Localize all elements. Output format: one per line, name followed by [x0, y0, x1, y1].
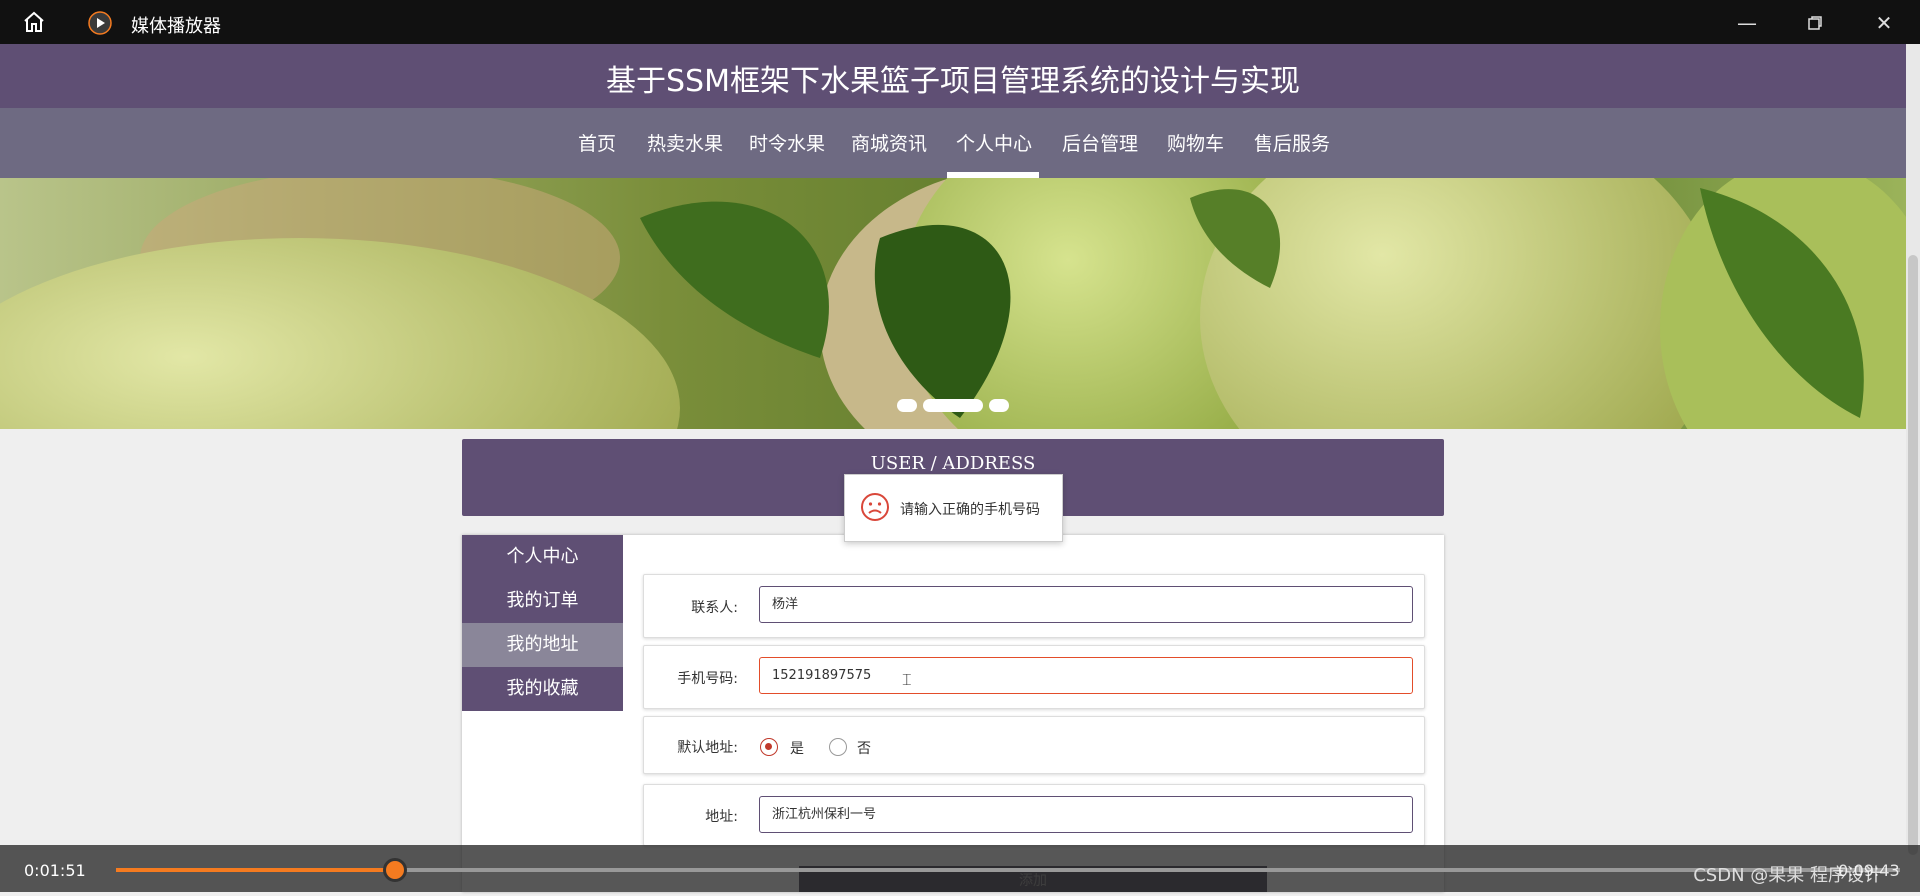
address-input[interactable]: 浙江杭州保利一号: [759, 796, 1413, 833]
default-no-radio[interactable]: [829, 738, 847, 756]
total-time: 0:09:43: [1838, 861, 1900, 880]
nav-user-center[interactable]: 个人中心: [956, 129, 1032, 156]
contact-input[interactable]: 杨洋: [759, 586, 1413, 623]
site-header: 基于SSM框架下水果篮子项目管理系统的设计与实现: [0, 44, 1906, 108]
carousel-dot-3[interactable]: [989, 399, 1009, 412]
section-title: USER / ADDRESS: [870, 453, 1036, 474]
nav-cart[interactable]: 购物车: [1167, 129, 1224, 156]
nav-hot-fruit[interactable]: 热卖水果: [647, 129, 723, 156]
current-time: 0:01:51: [24, 861, 86, 880]
media-player-icon: [88, 11, 112, 35]
sidebar-item-orders[interactable]: 我的订单: [462, 579, 623, 623]
nav-news[interactable]: 商城资讯: [851, 129, 927, 156]
sidebar-item-favorites[interactable]: 我的收藏: [462, 667, 623, 711]
contact-label: 联系人:: [691, 600, 738, 616]
nav-admin[interactable]: 后台管理: [1062, 129, 1138, 156]
text-cursor-icon: ⌶: [902, 670, 912, 689]
default-address-label: 默认地址:: [677, 740, 738, 756]
default-yes-label: 是: [790, 741, 804, 757]
toast-message: 请输入正确的手机号码: [900, 502, 1040, 518]
address-label: 地址:: [705, 809, 738, 825]
phone-label: 手机号码:: [677, 671, 738, 687]
sidebar-item-address[interactable]: 我的地址: [462, 623, 623, 667]
seek-progress: [116, 868, 395, 872]
carousel-dot-2[interactable]: [923, 399, 983, 412]
default-no-label: 否: [857, 741, 871, 757]
site-title: 基于SSM框架下水果篮子项目管理系统的设计与实现: [606, 64, 1300, 99]
scrollbar-thumb[interactable]: [1908, 255, 1918, 855]
close-icon[interactable]: ✕: [1861, 8, 1907, 38]
seek-handle[interactable]: [383, 858, 407, 882]
sidebar-item-user-center[interactable]: 个人中心: [462, 535, 623, 579]
phone-input[interactable]: 152191897575: [759, 657, 1413, 694]
minimize-icon[interactable]: —: [1724, 8, 1770, 38]
carousel-dot-1[interactable]: [897, 399, 917, 412]
nav-home[interactable]: 首页: [578, 129, 616, 156]
nav-after-sales[interactable]: 售后服务: [1254, 129, 1330, 156]
main-nav: [0, 108, 1906, 178]
home-icon[interactable]: [22, 10, 46, 34]
banner-image: [0, 178, 1906, 429]
window-title: 媒体播放器: [131, 16, 221, 37]
default-yes-radio[interactable]: [760, 738, 778, 756]
nav-seasonal-fruit[interactable]: 时令水果: [749, 129, 825, 156]
player-title-bar: [0, 0, 1920, 44]
sad-face-icon: [860, 492, 890, 522]
restore-icon[interactable]: [1792, 8, 1838, 38]
validation-toast: 请输入正确的手机号码: [844, 474, 1063, 542]
